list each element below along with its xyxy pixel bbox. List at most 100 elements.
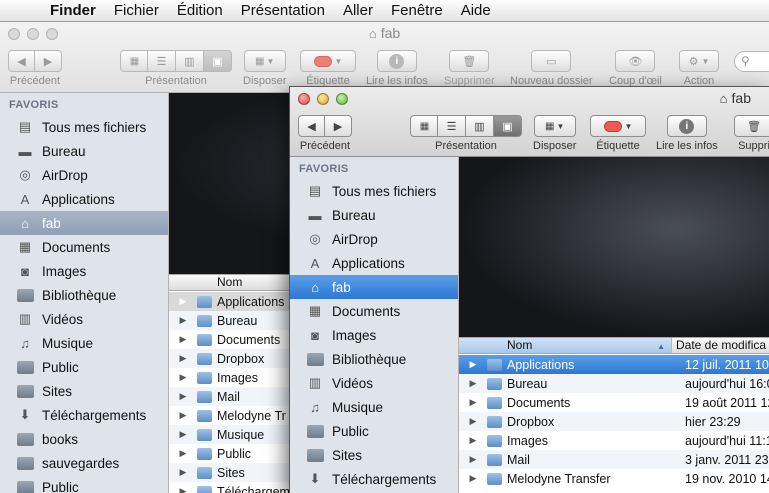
list-item[interactable]: ▶ Mail 3 janv. 2011 23:: [459, 450, 769, 469]
list-item[interactable]: ▶ Bureau aujourd'hui 16:0: [459, 374, 769, 393]
column-view-button[interactable]: ▥: [466, 115, 494, 137]
back-button[interactable]: ◀: [8, 50, 35, 72]
sidebar-item-music[interactable]: ♫ Musique: [0, 331, 168, 355]
home-icon: ⌂: [368, 26, 377, 41]
sidebar-item-airdrop[interactable]: ◎ AirDrop: [290, 227, 458, 251]
coverflow-view-button[interactable]: ▣: [494, 115, 522, 137]
disclosure-triangle-icon[interactable]: ▶: [459, 378, 487, 389]
sidebar-item-music[interactable]: ♫ Musique: [290, 395, 458, 419]
delete-button[interactable]: 🗑: [449, 50, 490, 72]
sidebar-item-sites[interactable]: Sites: [0, 379, 168, 403]
disclosure-triangle-icon[interactable]: ▶: [459, 397, 487, 408]
sidebar-item-documents[interactable]: ▦ Documents: [290, 299, 458, 323]
label-color-icon: [313, 55, 332, 67]
list-item[interactable]: ▶ Applications 12 juil. 2011 10:: [459, 355, 769, 374]
disclosure-triangle-icon[interactable]: ▶: [169, 467, 197, 478]
sidebar-item-images[interactable]: ◙ Images: [0, 259, 168, 283]
sidebar-item-public[interactable]: Public: [290, 419, 458, 443]
menu-presentation[interactable]: Présentation: [232, 2, 334, 19]
sidebar-item-videos[interactable]: ▥ Vidéos: [0, 307, 168, 331]
column-header-date[interactable]: Date de modifica: [672, 338, 766, 353]
list-item[interactable]: ▶ Images aujourd'hui 11:1: [459, 431, 769, 450]
sidebar-item-images[interactable]: ◙ Images: [290, 323, 458, 347]
new-folder-button[interactable]: ▭: [531, 50, 572, 72]
disclosure-triangle-icon[interactable]: ▶: [169, 334, 197, 345]
menu-aller[interactable]: Aller: [334, 2, 382, 19]
disclosure-triangle-icon[interactable]: ▶: [459, 435, 487, 446]
sidebar-item-public[interactable]: Public: [0, 355, 168, 379]
icon-view-button[interactable]: ▦: [120, 50, 148, 72]
label-button[interactable]: ▼: [590, 115, 646, 137]
airdrop-icon: ◎: [19, 167, 31, 182]
menu-edition[interactable]: Édition: [168, 2, 232, 19]
sidebar-item-videos[interactable]: ▥ Vidéos: [290, 371, 458, 395]
list-item[interactable]: ▶ Dropbox hier 23:29: [459, 412, 769, 431]
list-item[interactable]: ▶ Documents 19 août 2011 12:: [459, 393, 769, 412]
list-item[interactable]: ▶ Melodyne Transfer 19 nov. 2010 14:: [459, 469, 769, 488]
sidebar-item-fab[interactable]: ⌂ fab: [290, 275, 458, 299]
column-view-button[interactable]: ▥: [176, 50, 204, 72]
finder-window-front: ⌂ fab ◀ ▶ Précédent ▦ ☰ ▥ ▣ Présentation …: [289, 86, 769, 493]
folder-icon: [16, 431, 34, 447]
folder-icon: [197, 485, 212, 493]
coverflow-view-button[interactable]: ▣: [204, 50, 232, 72]
disclosure-triangle-icon[interactable]: ▶: [459, 473, 487, 484]
disclosure-triangle-icon[interactable]: ▶: [459, 454, 487, 465]
sidebar-item-all-files[interactable]: ▤ Tous mes fichiers: [290, 179, 458, 203]
menu-aide[interactable]: Aide: [452, 2, 500, 19]
sidebar-item-desktop[interactable]: ▬ Bureau: [290, 203, 458, 227]
sidebar-item-downloads[interactable]: ⬇ Téléchargements: [290, 467, 458, 491]
disclosure-triangle-icon[interactable]: ▶: [169, 296, 197, 307]
sidebar-item-library[interactable]: Bibliothèque: [290, 347, 458, 371]
sidebar-item-documents[interactable]: ▦ Documents: [0, 235, 168, 259]
delete-button[interactable]: 🗑: [734, 115, 769, 137]
quick-look-button[interactable]: 👁: [615, 50, 656, 72]
new-folder-icon: ▭: [546, 55, 557, 68]
folder-icon: [16, 479, 34, 493]
arrange-button[interactable]: ▦ ▼: [533, 115, 576, 137]
menu-fichier[interactable]: Fichier: [105, 2, 168, 19]
sidebar-item-desktop[interactable]: ▬ Bureau: [0, 139, 168, 163]
get-info-button[interactable]: i: [376, 50, 417, 72]
music-note-icon: ♫: [20, 335, 30, 351]
sidebar-item-applications[interactable]: A Applications: [290, 251, 458, 275]
disclosure-triangle-icon[interactable]: ▶: [169, 391, 197, 402]
list-view-button[interactable]: ☰: [438, 115, 466, 137]
menu-fenetre[interactable]: Fenêtre: [382, 2, 452, 19]
folder-icon: [197, 352, 212, 365]
back-button[interactable]: ◀: [298, 115, 325, 137]
toolbar-label-label: Étiquette: [596, 140, 640, 152]
toolbar-label-delete: Suppri: [738, 140, 769, 152]
sidebar-item-books[interactable]: books: [0, 427, 168, 451]
forward-button[interactable]: ▶: [35, 50, 62, 72]
icon-view-button[interactable]: ▦: [410, 115, 438, 137]
disclosure-triangle-icon[interactable]: ▶: [169, 353, 197, 364]
sidebar-item-all-files[interactable]: ▤ Tous mes fichiers: [0, 115, 168, 139]
disclosure-triangle-icon[interactable]: ▶: [169, 410, 197, 421]
arrange-button[interactable]: ▦ ▼: [243, 50, 286, 72]
menu-finder[interactable]: Finder: [46, 2, 105, 19]
sidebar-item-downloads[interactable]: ⬇ Téléchargements: [0, 403, 168, 427]
disclosure-triangle-icon[interactable]: ▶: [169, 486, 197, 493]
disclosure-triangle-icon[interactable]: ▶: [169, 315, 197, 326]
search-input[interactable]: ⚲: [734, 51, 769, 72]
sidebar-item-backups[interactable]: sauvegardes: [0, 451, 168, 475]
sidebar-item-library[interactable]: Bibliothèque: [0, 283, 168, 307]
column-header-name[interactable]: Nom ▲: [459, 338, 672, 353]
disclosure-triangle-icon[interactable]: ▶: [169, 448, 197, 459]
sidebar-item-sites[interactable]: Sites: [290, 443, 458, 467]
forward-button[interactable]: ▶: [325, 115, 352, 137]
disclosure-triangle-icon[interactable]: ▶: [169, 372, 197, 383]
sidebar-item-public-2[interactable]: Public: [0, 475, 168, 493]
disclosure-triangle-icon[interactable]: ▶: [459, 416, 487, 427]
list-view-button[interactable]: ☰: [148, 50, 176, 72]
disclosure-triangle-icon[interactable]: ▶: [459, 359, 487, 370]
sidebar-item-applications[interactable]: A Applications: [0, 187, 168, 211]
sidebar-item-airdrop[interactable]: ◎ AirDrop: [0, 163, 168, 187]
label-button[interactable]: ▼: [300, 50, 356, 72]
disclosure-triangle-icon[interactable]: ▶: [169, 429, 197, 440]
get-info-button[interactable]: i: [666, 115, 707, 137]
action-button[interactable]: ⚙ ▼: [679, 50, 719, 72]
sort-ascending-icon: ▲: [657, 342, 665, 351]
sidebar-item-fab[interactable]: ⌂ fab: [0, 211, 168, 235]
